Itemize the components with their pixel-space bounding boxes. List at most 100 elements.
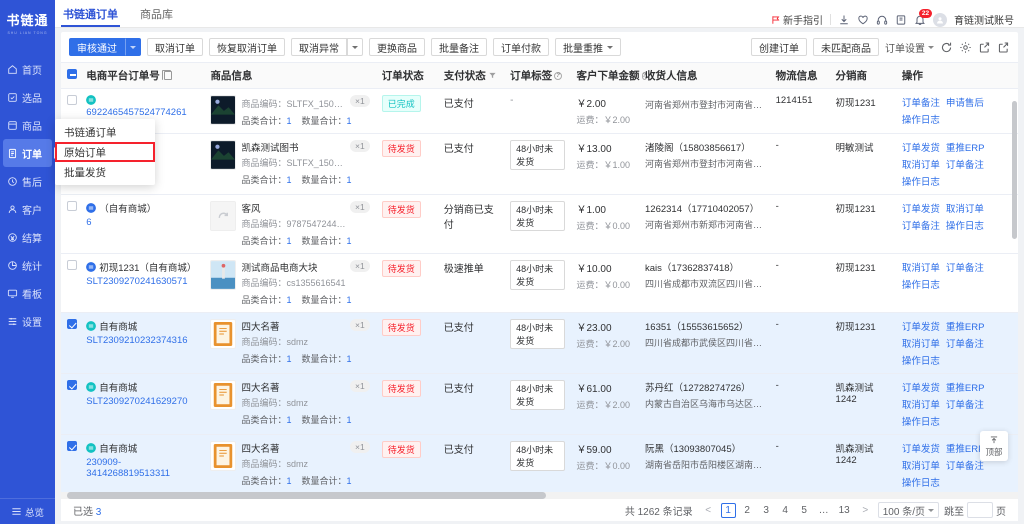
op-link-1[interactable]: 重推ERP (946, 441, 985, 455)
cancel-abnormal-dropdown-button[interactable] (347, 38, 363, 56)
order-settings-dropdown[interactable]: 订单设置 (885, 40, 934, 55)
row-checkbox[interactable] (67, 260, 77, 270)
order-id[interactable]: 6922465457524774261 (86, 107, 198, 118)
tab-1[interactable]: 商品库 (138, 0, 175, 27)
avatar[interactable] (933, 12, 947, 27)
table-row[interactable]: 自有商城 230909-3414268819513311 四大名著 商品编码：s… (61, 434, 1018, 496)
approve-button[interactable]: 审核通过 (69, 38, 125, 56)
op-link-3[interactable]: 操作日志 (946, 218, 984, 232)
restore-cancel-order-button[interactable]: 恢复取消订单 (209, 38, 285, 56)
horizontal-scrollbar[interactable] (61, 492, 1018, 499)
row-checkbox[interactable] (67, 319, 77, 329)
gear-icon[interactable] (959, 41, 972, 54)
sidebar-item-3[interactable]: 订单 (3, 139, 60, 167)
export-icon[interactable] (978, 41, 991, 54)
op-link-0[interactable]: 订单发货 (902, 140, 940, 154)
row-checkbox[interactable] (67, 380, 77, 390)
replace-goods-button[interactable]: 更换商品 (369, 38, 425, 56)
op-link-0[interactable]: 订单备注 (902, 95, 940, 109)
unmatched-goods-button[interactable]: 未匹配商品 (813, 38, 879, 56)
op-link-3[interactable]: 订单备注 (946, 157, 984, 171)
copy-icon[interactable] (162, 69, 172, 80)
jump-page-input[interactable] (967, 502, 993, 518)
next-page-button[interactable]: > (858, 503, 873, 518)
page-size-select[interactable]: 100 条/页 (877, 502, 939, 518)
op-link-2[interactable]: 取消订单 (902, 458, 940, 472)
order-id[interactable]: SLT2309270241630571 (86, 276, 198, 287)
table-row[interactable]: 自有商城 SLT2309210232374316 四大名著 商品编码：sdmz … (61, 312, 1018, 374)
book-icon[interactable] (895, 14, 907, 26)
op-link-2[interactable]: 操作日志 (902, 277, 940, 291)
op-link-4[interactable]: 操作日志 (902, 414, 940, 428)
help-icon[interactable]: ? (554, 71, 563, 80)
op-link-0[interactable]: 订单发货 (902, 201, 940, 215)
sidebar-item-2[interactable]: 商品 (0, 111, 55, 139)
op-link-4[interactable]: 操作日志 (902, 475, 940, 489)
table-row[interactable]: 自有商城 SLT2309270241629270 四大名著 商品编码：sdmz … (61, 373, 1018, 435)
page-0[interactable]: 1 (720, 502, 736, 518)
approve-dropdown-button[interactable] (125, 38, 141, 56)
op-link-0[interactable]: 订单发货 (902, 380, 940, 394)
op-link-1[interactable]: 重推ERP (946, 140, 985, 154)
sidebar-item-0[interactable]: 首页 (0, 55, 55, 83)
order-id[interactable]: 6 (86, 217, 198, 228)
tab-0[interactable]: 书链通订单 (61, 0, 120, 27)
table-row[interactable]: 初现1231（自有商城） SLT2309270241630571 测试商品电商大… (61, 253, 1018, 313)
page-4[interactable]: 5 (797, 503, 812, 518)
table-row[interactable]: （自有商城） 6 客风 商品编码：9787547244326 ×1 品类合计：1 (61, 194, 1018, 254)
download-icon[interactable] (838, 14, 850, 26)
menu-item-2[interactable]: 批量发货 (55, 162, 155, 182)
sidebar-item-1[interactable]: 选品 (0, 83, 55, 111)
batch-repush-button[interactable]: 批量重推 (555, 38, 621, 56)
select-all-checkbox[interactable] (67, 69, 77, 79)
vertical-scrollbar[interactable] (1012, 85, 1018, 492)
sidebar-item-6[interactable]: 结算 (0, 223, 55, 251)
table-row[interactable]: 自有商城 7 凯森测试图书 商品编码：SLTFX_150576 ×1 品类合计：… (61, 133, 1018, 195)
row-checkbox[interactable] (67, 95, 77, 105)
filter-icon[interactable] (489, 72, 496, 79)
op-link-4[interactable]: 操作日志 (902, 353, 940, 367)
prev-page-button[interactable]: < (701, 503, 716, 518)
sidebar-item-5[interactable]: 客户 (0, 195, 55, 223)
export-alt-icon[interactable] (997, 41, 1010, 54)
beginner-guide-button[interactable]: 新手指引 (771, 12, 823, 27)
op-link-3[interactable]: 订单备注 (946, 336, 984, 350)
op-link-2[interactable]: 取消订单 (902, 157, 940, 171)
refresh-icon[interactable] (940, 41, 953, 54)
op-link-4[interactable]: 操作日志 (902, 174, 940, 188)
order-id[interactable]: SLT2309270241629270 (86, 396, 198, 407)
page-1[interactable]: 2 (740, 503, 755, 518)
op-link-1[interactable]: 重推ERP (946, 380, 985, 394)
op-link-0[interactable]: 订单发货 (902, 441, 940, 455)
page-3[interactable]: 4 (778, 503, 793, 518)
op-link-1[interactable]: 重推ERP (946, 319, 985, 333)
order-payment-button[interactable]: 订单付款 (493, 38, 549, 56)
order-id[interactable]: 230909-3414268819513311 (86, 457, 198, 479)
table-row[interactable]: 6922465457524774261 商品编码：SLTFX_150576 ×1… (61, 88, 1018, 134)
page-2[interactable]: 3 (759, 503, 774, 518)
order-id[interactable]: SLT2309210232374316 (86, 335, 198, 346)
op-link-2[interactable]: 取消订单 (902, 397, 940, 411)
page-6[interactable]: 13 (836, 503, 853, 518)
menu-item-1[interactable]: 原始订单 (55, 142, 155, 162)
op-link-2[interactable]: 操作日志 (902, 112, 940, 126)
op-link-0[interactable]: 取消订单 (902, 260, 940, 274)
op-link-1[interactable]: 取消订单 (946, 201, 984, 215)
username-label[interactable]: 育链测试账号 (954, 12, 1014, 27)
batch-note-button[interactable]: 批量备注 (431, 38, 487, 56)
op-link-2[interactable]: 订单备注 (902, 218, 940, 232)
create-order-button[interactable]: 创建订单 (751, 38, 807, 56)
cancel-order-button[interactable]: 取消订单 (147, 38, 203, 56)
op-link-3[interactable]: 订单备注 (946, 397, 984, 411)
page-5[interactable]: … (816, 503, 832, 518)
back-to-top-button[interactable]: 顶部 (980, 431, 1008, 461)
op-link-1[interactable]: 申请售后 (946, 95, 984, 109)
row-checkbox[interactable] (67, 441, 77, 451)
cancel-abnormal-button[interactable]: 取消异常 (291, 38, 347, 56)
sidebar-item-4[interactable]: 售后 (0, 167, 55, 195)
bell-icon[interactable]: 22 (914, 8, 932, 26)
op-link-1[interactable]: 订单备注 (946, 260, 984, 274)
op-link-0[interactable]: 订单发货 (902, 319, 940, 333)
sidebar-overview-toggle[interactable]: 总览 (0, 498, 55, 524)
heart-icon[interactable] (857, 14, 869, 26)
